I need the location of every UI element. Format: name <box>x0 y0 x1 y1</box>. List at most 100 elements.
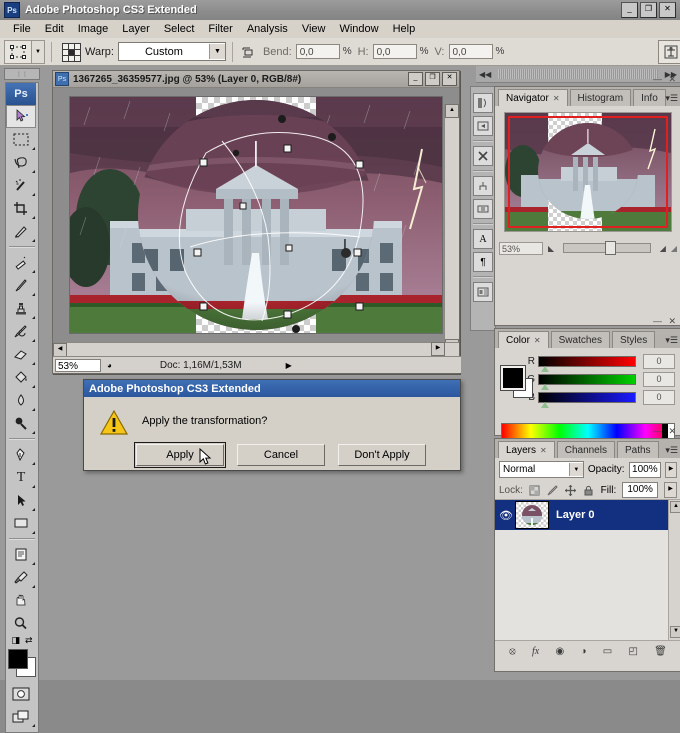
pen-tool[interactable] <box>6 443 36 466</box>
tab-layers[interactable]: Layers ✕ <box>498 441 555 458</box>
b-value[interactable]: 0 <box>643 390 675 405</box>
table-row[interactable]: 👁 Layer 0 <box>495 500 680 530</box>
path-selection-tool[interactable] <box>6 489 36 512</box>
layers-window-controls[interactable]: — ✕ <box>653 426 678 437</box>
canvas-horizontal-scrollbar[interactable]: ◀ ▶ <box>53 342 459 357</box>
rectangular-marquee-tool[interactable] <box>6 128 36 151</box>
dont-apply-button[interactable]: Don't Apply <box>338 444 426 466</box>
animation-panel-icon[interactable] <box>473 199 493 219</box>
maximize-button[interactable]: ❐ <box>640 2 657 18</box>
screen-mode-icon[interactable] <box>6 705 36 728</box>
menu-file[interactable]: File <box>6 21 38 37</box>
brush-tool[interactable] <box>6 274 36 297</box>
tab-styles[interactable]: Styles <box>611 331 656 348</box>
apply-button[interactable]: Apply <box>134 442 226 468</box>
menu-layer[interactable]: Layer <box>115 21 157 37</box>
paragraph-panel-icon[interactable]: ¶ <box>473 252 493 272</box>
dodge-tool[interactable] <box>6 412 36 435</box>
color-foreground-swatch[interactable] <box>500 365 526 391</box>
tool-presets-panel-icon[interactable] <box>473 116 493 136</box>
zoom-out-icon[interactable]: ◣ <box>548 244 554 253</box>
lasso-tool[interactable] <box>6 151 36 174</box>
navigator-panel-menu-icon[interactable]: ▾☰ <box>665 93 678 104</box>
layer-style-icon[interactable]: fx <box>532 646 539 657</box>
zoom-level-input[interactable]: 53% <box>55 358 101 372</box>
layer-name[interactable]: Layer 0 <box>556 509 595 521</box>
layer-thumbnail[interactable] <box>515 501 549 529</box>
scroll-left-button[interactable]: ◀ <box>53 343 67 357</box>
v-input[interactable]: 0,0 <box>448 44 493 59</box>
layer-scroll-down-button[interactable]: ▼ <box>670 626 680 638</box>
status-menu-chevron-icon[interactable]: ▶ <box>286 361 292 370</box>
dock-drag-handle[interactable] <box>498 69 658 79</box>
tab-swatches[interactable]: Swatches <box>550 331 610 348</box>
zoom-in-icon[interactable]: ◢ <box>660 244 666 253</box>
tab-color[interactable]: Color ✕ <box>498 331 549 348</box>
r-slider[interactable] <box>538 356 636 372</box>
layer-comps-panel-icon[interactable] <box>473 282 493 302</box>
tab-color-close-icon[interactable]: ✕ <box>534 336 541 345</box>
layer-scroll-up-button[interactable]: ▲ <box>670 501 680 513</box>
navigator-view-box[interactable] <box>508 116 668 228</box>
scroll-up-button[interactable]: ▲ <box>445 104 459 118</box>
type-tool[interactable]: T <box>6 466 36 489</box>
toolbox-drag-handle[interactable]: ⋮⋮ <box>4 68 40 80</box>
brushes-panel-icon[interactable] <box>473 93 493 113</box>
navigator-thumbnail[interactable] <box>504 112 672 232</box>
reference-point-selector[interactable] <box>62 43 81 62</box>
h-input[interactable]: 0,0 <box>372 44 417 59</box>
zoom-slider-handle[interactable] <box>605 241 617 255</box>
zoom-tool[interactable] <box>6 612 36 635</box>
bend-input[interactable]: 0,0 <box>295 44 340 59</box>
tab-navigator-close-icon[interactable]: ✕ <box>553 94 560 103</box>
default-colors-icon[interactable]: ◨ <box>11 635 20 646</box>
healing-brush-tool[interactable] <box>6 251 36 274</box>
opacity-stepper-icon[interactable]: ▶ <box>665 461 678 478</box>
adjustment-layer-icon[interactable]: ◑ <box>580 646 586 657</box>
g-value[interactable]: 0 <box>643 372 675 387</box>
blend-mode-select[interactable]: Normal ▼ <box>499 461 584 478</box>
history-brush-tool[interactable] <box>6 320 36 343</box>
r-value[interactable]: 0 <box>643 354 675 369</box>
menu-view[interactable]: View <box>295 21 333 37</box>
color-swatches[interactable] <box>7 648 37 678</box>
lock-transparent-pixels-icon[interactable] <box>529 484 541 496</box>
r-slider-handle[interactable] <box>541 366 549 372</box>
menu-analysis[interactable]: Analysis <box>240 21 295 37</box>
close-button[interactable]: ✕ <box>659 2 676 18</box>
color-panel-menu-icon[interactable]: ▾☰ <box>665 335 678 346</box>
tab-histogram[interactable]: Histogram <box>569 89 632 106</box>
image-canvas[interactable] <box>69 96 443 334</box>
tab-navigator[interactable]: Navigator ✕ <box>498 89 568 106</box>
minimize-button[interactable]: _ <box>621 2 638 18</box>
blur-tool[interactable] <box>6 389 36 412</box>
document-close-button[interactable]: ✕ <box>442 72 457 86</box>
canvas-area[interactable]: ▲ ▼ <box>53 88 459 353</box>
lock-all-icon[interactable] <box>583 484 595 496</box>
navigator-zoom-slider[interactable] <box>563 241 651 255</box>
foreground-color-swatch[interactable] <box>8 649 28 669</box>
layer-list-scrollbar[interactable]: ▲ ▼ <box>668 500 680 640</box>
document-title-bar[interactable]: Ps 1367265_36359577.jpg @ 53% (Layer 0, … <box>53 71 459 88</box>
new-layer-icon[interactable]: ◰ <box>628 646 637 657</box>
b-slider-handle[interactable] <box>541 402 549 408</box>
warp-chevron-down-icon[interactable]: ▼ <box>208 44 225 59</box>
b-slider[interactable] <box>538 392 636 408</box>
toggle-warp-mode-icon[interactable] <box>658 39 680 64</box>
tool-preset-chevron-down-icon[interactable]: ▼ <box>32 39 45 64</box>
ps-toolbox-logo-icon[interactable]: Ps <box>6 83 36 105</box>
notes-tool[interactable] <box>6 543 36 566</box>
g-slider[interactable] <box>538 374 636 390</box>
color-window-controls[interactable]: — ✕ <box>653 316 678 327</box>
blend-mode-chevron-down-icon[interactable]: ▼ <box>568 463 583 476</box>
link-layers-icon[interactable]: ⦻ <box>509 646 516 657</box>
tab-paths[interactable]: Paths <box>616 441 659 458</box>
slice-tool[interactable] <box>6 220 36 243</box>
opacity-input[interactable]: 100% <box>628 461 662 478</box>
fill-input[interactable]: 100% <box>622 482 659 498</box>
layer-mask-icon[interactable]: ◉ <box>555 646 564 657</box>
layers-panel-menu-icon[interactable]: ▾☰ <box>665 445 678 456</box>
hand-tool[interactable] <box>6 589 36 612</box>
layer-visibility-eye-icon[interactable]: 👁 <box>497 509 515 522</box>
clone-stamp-tool[interactable] <box>6 297 36 320</box>
